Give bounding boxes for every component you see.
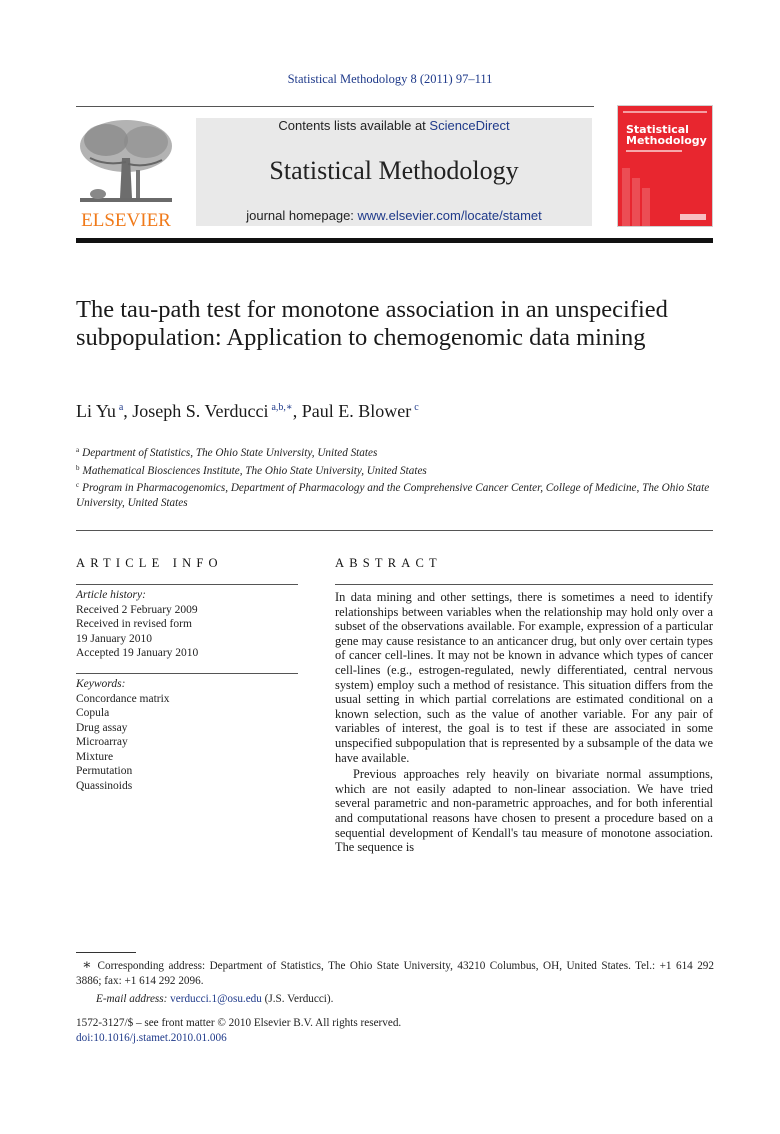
abstract-paragraph: Previous approaches rely heavily on biva… <box>335 767 713 855</box>
affiliation: c Program in Pharmacogenomics, Department… <box>76 478 716 511</box>
corresponding-text: Corresponding address: Department of Sta… <box>76 960 714 987</box>
journal-title: Statistical Methodology <box>269 156 519 185</box>
abstract-divider <box>335 584 713 585</box>
keywords: Keywords: Concordance matrix Copula Drug… <box>76 677 298 793</box>
keyword-item: Quassinoids <box>76 779 133 792</box>
keyword-item: Permutation <box>76 765 133 777</box>
affiliation-mark: b <box>76 464 80 472</box>
homepage-prefix: journal homepage: <box>246 208 358 223</box>
cover-issue-line <box>623 111 707 113</box>
abstract-heading: ABSTRACT <box>335 556 442 570</box>
journal-banner: Contents lists available at ScienceDirec… <box>196 118 592 226</box>
cover-sciencedirect-mark <box>680 214 706 220</box>
email-label: E-mail address: <box>96 993 171 1005</box>
tree-icon <box>80 120 172 202</box>
header-thick-rule <box>76 238 713 243</box>
article-history: Article history: Received 2 February 200… <box>76 588 298 661</box>
history-item: 19 January 2010 <box>76 632 153 645</box>
affiliation-text: Department of Statistics, The Ohio State… <box>82 447 378 459</box>
homepage-link[interactable]: www.elsevier.com/locate/stamet <box>358 208 542 223</box>
cover-editor-line <box>626 150 682 152</box>
journal-cover[interactable]: Statistical Methodology <box>618 106 712 226</box>
cover-decor-bar <box>632 178 640 226</box>
corresponding-footnote: ∗ Corresponding address: Department of St… <box>76 958 714 1007</box>
email-suffix: (J.S. Verducci). <box>261 993 334 1005</box>
affiliation: b Mathematical Biosciences Institute, The… <box>76 461 716 479</box>
keywords-label: Keywords: <box>76 678 126 690</box>
homepage-line: journal homepage: www.elsevier.com/locat… <box>196 208 592 223</box>
keyword-item: Drug assay <box>76 721 128 734</box>
author-affil-mark[interactable]: a <box>119 402 123 413</box>
abstract-paragraph: In data mining and other settings, there… <box>335 590 713 765</box>
keyword-item: Concordance matrix <box>76 692 170 705</box>
history-item: Accepted 19 January 2010 <box>76 647 199 659</box>
article-title: The tau-path test for monotone associati… <box>76 296 668 351</box>
sciencedirect-link[interactable]: ScienceDirect <box>429 118 509 133</box>
author-name: Paul E. Blower <box>301 401 412 421</box>
affiliation-text: Program in Pharmacogenomics, Department … <box>76 482 710 509</box>
elsevier-wordmark: ELSEVIER <box>81 210 171 231</box>
email-link[interactable]: verducci.1@osu.edu <box>170 993 262 1005</box>
article-info-divider <box>76 584 298 585</box>
affiliation-text: Mathematical Biosciences Institute, The … <box>82 465 427 477</box>
doi-link[interactable]: doi:10.1016/j.stamet.2010.01.006 <box>76 1031 401 1046</box>
author-name: Li Yu <box>76 401 116 421</box>
author-affil-mark[interactable]: c <box>414 402 418 413</box>
email-line: E-mail address: verducci.1@osu.edu (J.S.… <box>76 992 714 1007</box>
abstract-body: In data mining and other settings, there… <box>335 590 713 855</box>
cover-decor-bar <box>622 168 630 226</box>
header-divider <box>76 106 594 107</box>
contents-line: Contents lists available at ScienceDirec… <box>196 118 592 133</box>
history-label: Article history: <box>76 589 146 601</box>
footnote-rule <box>76 952 136 953</box>
contents-prefix: Contents lists available at <box>278 118 430 133</box>
elsevier-logo[interactable]: ELSEVIER <box>76 118 176 231</box>
keyword-item: Mixture <box>76 750 114 763</box>
affiliation: a Department of Statistics, The Ohio Stat… <box>76 443 716 461</box>
copyright-line: 1572-3127/$ – see front matter © 2010 El… <box>76 1017 402 1029</box>
cover-title-line2: Methodology <box>626 134 707 147</box>
cover-decor-bar <box>642 188 650 226</box>
keywords-divider <box>76 673 298 674</box>
history-item: Received in revised form <box>76 618 192 630</box>
journal-citation[interactable]: Statistical Methodology 8 (2011) 97–111 <box>0 72 780 87</box>
front-matter: 1572-3127/$ – see front matter © 2010 El… <box>76 1016 401 1046</box>
cover-title: Statistical Methodology <box>626 124 707 146</box>
author-affil-mark[interactable]: a,b,∗ <box>271 402 292 413</box>
keyword-item: Microarray <box>76 736 128 748</box>
author-name: Joseph S. Verducci <box>132 401 269 421</box>
history-item: Received 2 February 2009 <box>76 603 198 616</box>
section-divider <box>76 530 713 531</box>
keyword-item: Copula <box>76 707 110 719</box>
affiliation-mark: a <box>76 446 80 454</box>
author-list: Li Yu a, Joseph S. Verducci a,b,∗, Paul E.… <box>76 401 419 421</box>
affiliation-mark: c <box>76 481 80 489</box>
article-info-heading: ARTICLE INFO <box>76 556 223 570</box>
footnote-star: ∗ <box>82 958 92 973</box>
